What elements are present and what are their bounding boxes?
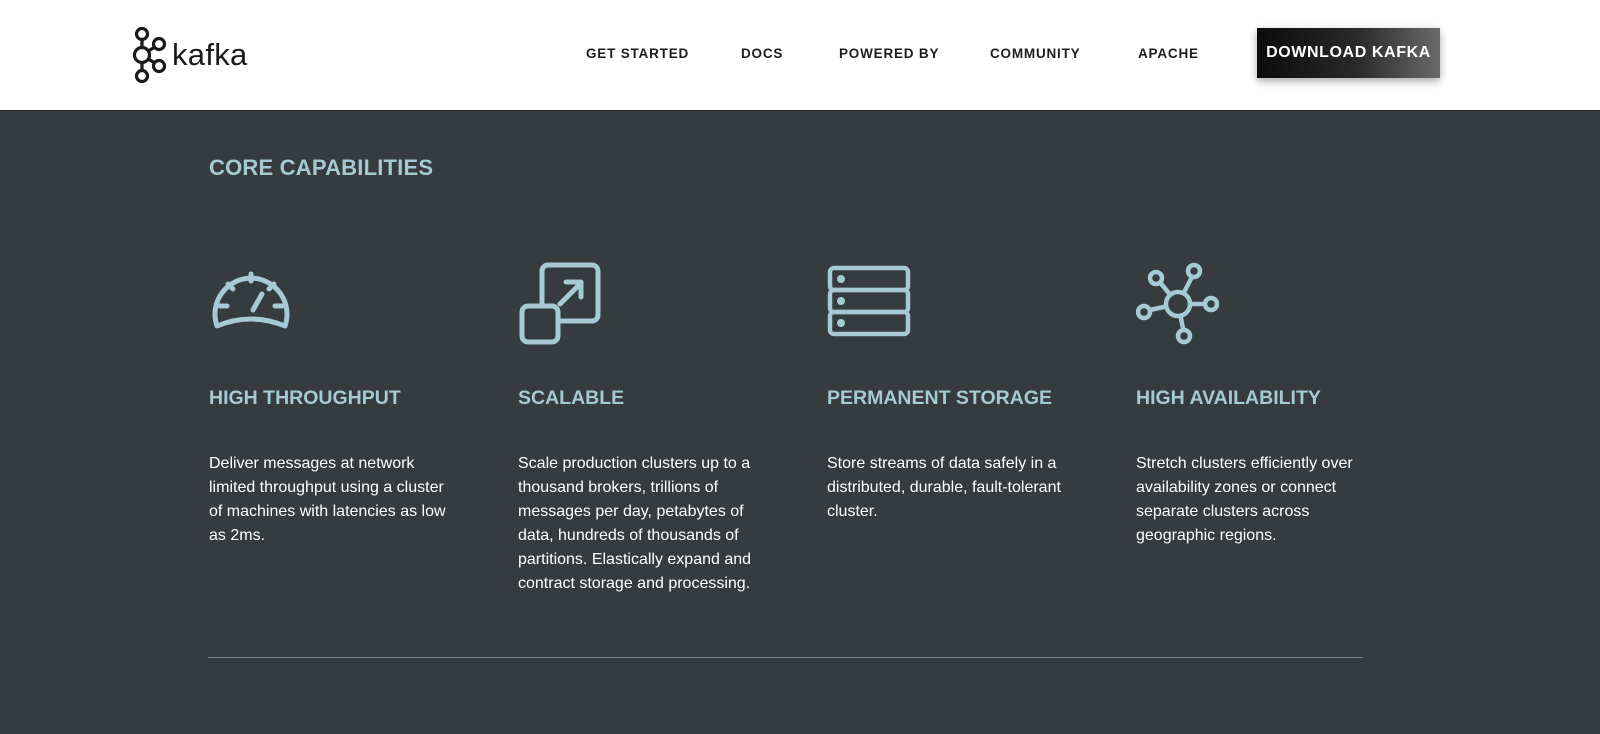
logo-wordmark: kafka bbox=[172, 37, 248, 72]
capability-high-throughput: HIGH THROUGHPUT Deliver messages at netw… bbox=[209, 262, 469, 544]
capability-description: Deliver messages at network limited thro… bbox=[209, 455, 446, 544]
server-stack-icon bbox=[827, 265, 911, 337]
capability-title: HIGH AVAILABILITY bbox=[1136, 387, 1321, 409]
capability-permanent-storage: PERMANENT STORAGE Store streams of data … bbox=[827, 262, 1087, 520]
capability-scalable: SCALABLE Scale production clusters up to… bbox=[518, 262, 778, 592]
capability-high-availability: HIGH AVAILABILITY Stretch clusters effic… bbox=[1136, 262, 1396, 544]
download-kafka-button[interactable]: DOWNLOAD KAFKA bbox=[1257, 28, 1440, 78]
nav-docs[interactable]: DOCS bbox=[741, 46, 783, 61]
capability-description: Store streams of data safely in a distri… bbox=[827, 455, 1061, 520]
nav-get-started[interactable]: GET STARTED bbox=[586, 46, 689, 61]
nav-community[interactable]: COMMUNITY bbox=[990, 46, 1080, 61]
section-title: CORE CAPABILITIES bbox=[209, 155, 434, 180]
section-divider bbox=[208, 657, 1363, 658]
capability-description: Stretch clusters efficiently over availa… bbox=[1136, 455, 1353, 544]
speedometer-icon bbox=[212, 271, 290, 329]
capability-description: Scale production clusters up to a thousa… bbox=[518, 455, 752, 592]
expand-icon bbox=[519, 262, 601, 345]
capability-title: SCALABLE bbox=[518, 387, 625, 409]
nav-powered-by[interactable]: POWERED BY bbox=[839, 46, 939, 61]
network-hub-icon bbox=[1136, 262, 1220, 345]
capability-title: PERMANENT STORAGE bbox=[827, 387, 1052, 409]
kafka-logo[interactable]: kafka bbox=[132, 26, 248, 84]
kafka-nodes-logo-icon bbox=[132, 26, 167, 84]
capability-title: HIGH THROUGHPUT bbox=[209, 387, 401, 409]
site-header: kafka GET STARTED DOCS POWERED BY COMMUN… bbox=[0, 0, 1600, 111]
nav-apache[interactable]: APACHE bbox=[1138, 46, 1199, 61]
